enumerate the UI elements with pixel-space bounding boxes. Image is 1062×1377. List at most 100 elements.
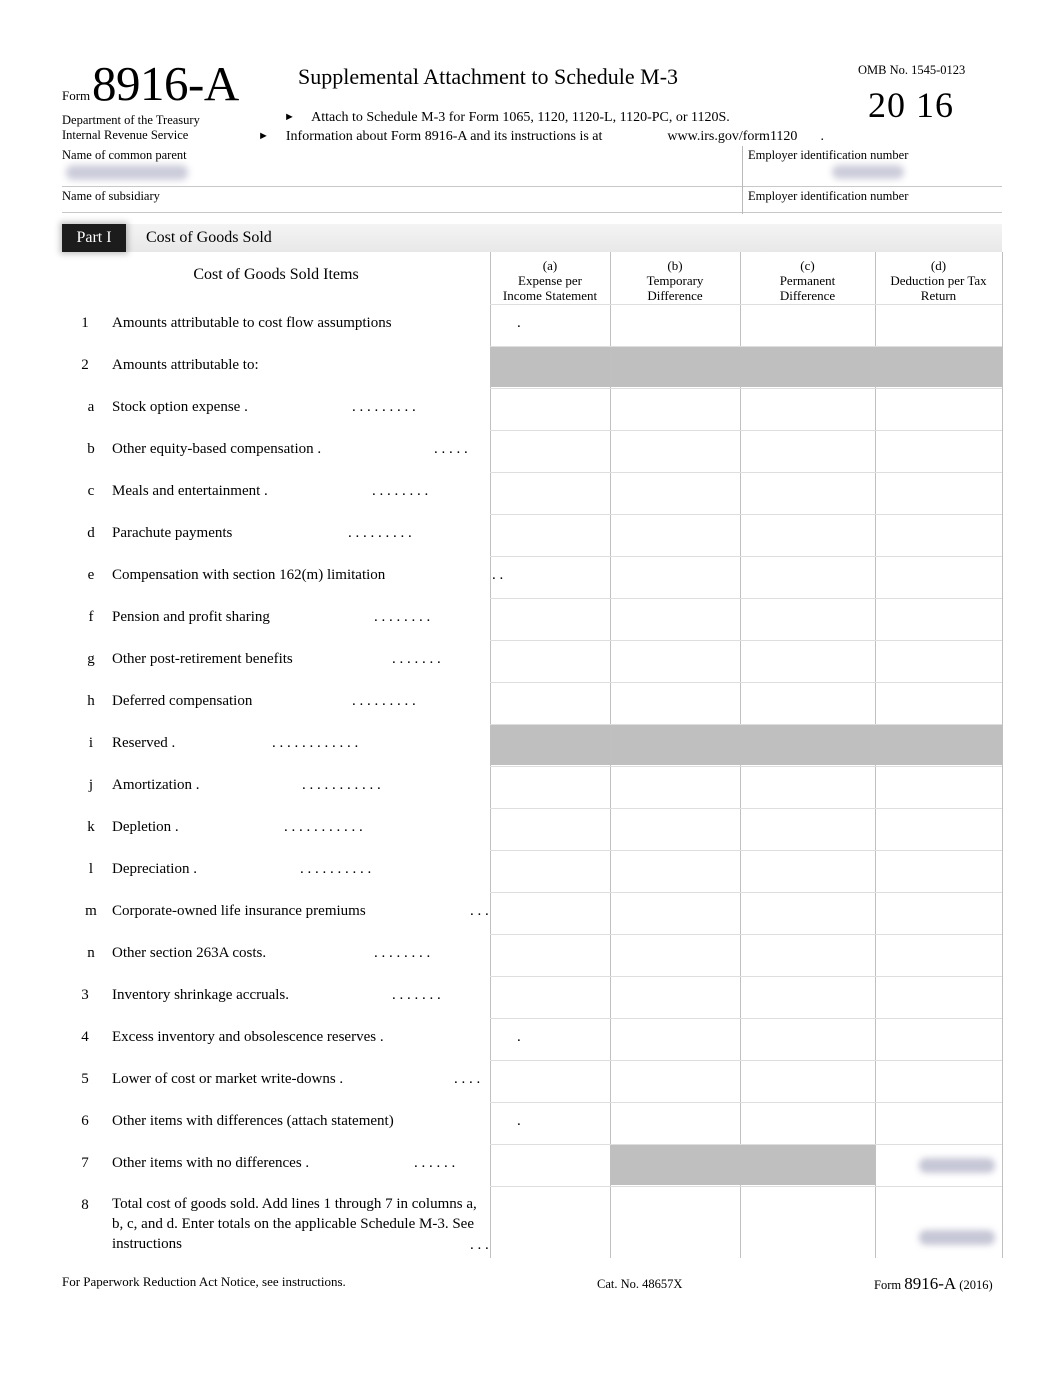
entry-cell[interactable]	[876, 389, 1002, 429]
entry-cell[interactable]	[491, 389, 610, 429]
entry-cell[interactable]	[611, 893, 740, 933]
entry-cell[interactable]	[876, 599, 1002, 639]
entry-cell[interactable]	[741, 809, 875, 849]
entry-cell[interactable]	[741, 599, 875, 639]
entry-cell[interactable]	[741, 431, 875, 471]
info-instruction-line: ► Information about Form 8916-A and its …	[258, 129, 824, 145]
entry-cell[interactable]	[876, 431, 1002, 471]
entry-cell[interactable]	[611, 431, 740, 471]
entry-cell[interactable]	[491, 431, 610, 471]
shaded-cell	[611, 347, 740, 387]
entry-cell[interactable]	[876, 1103, 1002, 1143]
column-line1: Deduction per Tax	[890, 273, 987, 288]
entry-cell[interactable]	[491, 977, 610, 1017]
column-line2: Income Statement	[502, 288, 598, 303]
entry-cell[interactable]	[876, 851, 1002, 891]
entry-cell[interactable]	[491, 851, 610, 891]
entry-cell[interactable]	[876, 473, 1002, 513]
entry-cell[interactable]	[876, 935, 1002, 975]
entry-cell[interactable]	[741, 1103, 875, 1143]
entry-cell[interactable]	[611, 557, 740, 597]
entry-cell[interactable]	[611, 515, 740, 555]
entry-cell[interactable]	[611, 599, 740, 639]
entry-cell-value[interactable]	[919, 1230, 995, 1245]
entry-cell[interactable]	[611, 977, 740, 1017]
entry-cell[interactable]	[741, 389, 875, 429]
entry-cell[interactable]	[741, 851, 875, 891]
entry-cell[interactable]	[741, 893, 875, 933]
entry-cell[interactable]	[491, 599, 610, 639]
entry-cell[interactable]	[611, 641, 740, 681]
entry-cell[interactable]	[611, 473, 740, 513]
entry-cell[interactable]	[491, 557, 610, 597]
entry-cell-value[interactable]	[919, 1158, 995, 1173]
entry-cell[interactable]	[491, 1061, 610, 1101]
entry-cell[interactable]	[876, 557, 1002, 597]
table-row-label-5: 5 Lower of cost or market write-downs . . …	[62, 1060, 482, 1102]
entry-cell[interactable]	[611, 683, 740, 723]
entry-cell[interactable]	[876, 809, 1002, 849]
entry-cell[interactable]	[741, 515, 875, 555]
entry-cell[interactable]	[741, 641, 875, 681]
name-of-common-parent-field[interactable]	[66, 165, 188, 180]
entry-cell[interactable]	[876, 977, 1002, 1017]
irs-url-link[interactable]: www.irs.gov/form1120	[667, 129, 797, 144]
entry-cell[interactable]	[611, 935, 740, 975]
row-number: c	[87, 483, 95, 499]
column-line2: Difference	[647, 288, 703, 303]
entry-cell[interactable]	[491, 473, 610, 513]
entry-cell[interactable]	[491, 1187, 610, 1257]
entry-cell[interactable]	[741, 767, 875, 807]
entry-cell[interactable]	[876, 767, 1002, 807]
entry-cell[interactable]	[611, 1103, 740, 1143]
entry-cell[interactable]	[611, 767, 740, 807]
leader-dots: . . . . . . . . . . .	[302, 777, 381, 793]
row-number: 5	[81, 1071, 89, 1087]
entry-cell[interactable]	[876, 1019, 1002, 1059]
entry-cell[interactable]	[741, 1187, 875, 1257]
entry-cell[interactable]	[611, 851, 740, 891]
entry-cell[interactable]	[876, 1187, 1002, 1257]
entry-cell[interactable]	[876, 641, 1002, 681]
entry-cell[interactable]	[491, 1103, 610, 1143]
entry-cell[interactable]	[491, 683, 610, 723]
entry-cell[interactable]	[741, 473, 875, 513]
leader-dots: . . . . . . . . . . .	[284, 819, 363, 835]
entry-cell[interactable]	[741, 683, 875, 723]
entry-cell[interactable]	[876, 305, 1002, 345]
table-row-label-f: f Pension and profit sharing . . . . . . .…	[62, 598, 482, 640]
entry-cell[interactable]	[611, 809, 740, 849]
entry-cell[interactable]	[611, 1187, 740, 1257]
entry-cell[interactable]	[876, 1061, 1002, 1101]
entry-cell[interactable]	[491, 1019, 610, 1059]
entry-cell[interactable]	[491, 893, 610, 933]
entry-cell[interactable]	[491, 515, 610, 555]
entry-cell[interactable]	[491, 1145, 610, 1185]
entry-cell[interactable]	[491, 809, 610, 849]
entry-cell[interactable]	[491, 641, 610, 681]
entry-cell[interactable]	[491, 305, 610, 345]
entry-cell[interactable]	[741, 557, 875, 597]
entry-cell[interactable]	[611, 1061, 740, 1101]
entry-cell[interactable]	[876, 515, 1002, 555]
entry-cell[interactable]	[741, 305, 875, 345]
row-description: Corporate-owned life insurance premiums	[112, 903, 366, 919]
entry-cell[interactable]	[876, 683, 1002, 723]
entry-cell[interactable]	[741, 935, 875, 975]
row-description: Lower of cost or market write-downs .	[112, 1071, 344, 1087]
leader-dots: . . . . . . . .	[374, 945, 431, 961]
entry-cell[interactable]	[611, 389, 740, 429]
entry-cell[interactable]	[611, 305, 740, 345]
page-title: Supplemental Attachment to Schedule M-3	[298, 64, 679, 89]
entry-cell[interactable]	[741, 1019, 875, 1059]
employer-identification-number-field-1[interactable]	[832, 165, 904, 179]
entry-cell[interactable]	[491, 767, 610, 807]
entry-cell[interactable]	[876, 893, 1002, 933]
row-number: 1	[81, 315, 89, 331]
row-number: k	[87, 819, 95, 835]
column-key: (a)	[542, 258, 558, 273]
entry-cell[interactable]	[491, 935, 610, 975]
entry-cell[interactable]	[741, 977, 875, 1017]
entry-cell[interactable]	[611, 1019, 740, 1059]
entry-cell[interactable]	[741, 1061, 875, 1101]
